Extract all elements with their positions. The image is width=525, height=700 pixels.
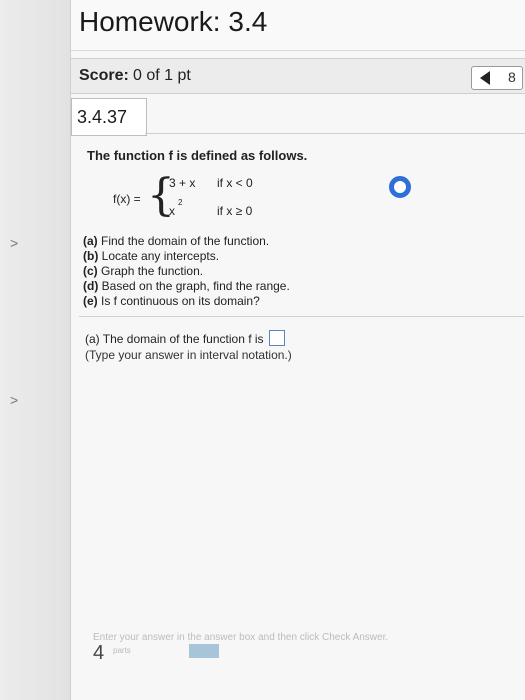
case1-condition: if x < 0 <box>217 176 253 190</box>
case1-expression: 3 + x <box>169 176 196 190</box>
question-number-box: 3.4.37 <box>71 98 147 136</box>
question-content: The function f is defined as follows. f(… <box>71 140 525 700</box>
homework-panel: Homework: 3.4 Score: 0 of 1 pt 8 3.4.37 … <box>70 0 525 700</box>
list-item: (b) Locate any intercepts. <box>83 249 220 263</box>
score-value: 0 of 1 pt <box>133 67 191 84</box>
page-title: Homework: 3.4 <box>79 6 268 37</box>
parts-label: parts <box>113 646 131 655</box>
answer-input[interactable] <box>268 330 285 346</box>
question-nav: 8 <box>471 66 523 90</box>
parts-count: 4 <box>93 642 105 664</box>
answer-prompt: (a) The domain of the function f is <box>85 332 264 346</box>
case2-condition: if x ≥ 0 <box>217 204 253 218</box>
circle-icon <box>389 176 411 198</box>
chevron-right-icon[interactable]: > <box>10 392 18 408</box>
case2-exponent: 2 <box>178 198 183 207</box>
score-label: Score: <box>79 67 129 84</box>
list-item: (a) Find the domain of the function. <box>83 234 270 248</box>
parts-list: (a) Find the domain of the function. (b)… <box>83 234 513 309</box>
divider <box>145 133 525 134</box>
footer-hint: Enter your answer in the answer box and … <box>93 632 389 643</box>
question-intro: The function f is defined as follows. <box>87 148 308 163</box>
case2-expression: x <box>169 204 175 218</box>
left-gutter: > > <box>0 0 70 700</box>
next-question-button[interactable]: 8 <box>508 69 516 85</box>
answer-line: (a) The domain of the function f is <box>85 330 285 346</box>
triangle-left-icon[interactable] <box>480 71 490 85</box>
list-item: (e) Is f continuous on its domain? <box>83 294 260 308</box>
title-bar: Homework: 3.4 <box>71 0 525 51</box>
score-bar: Score: 0 of 1 pt 8 <box>71 58 525 94</box>
function-label: f(x) = <box>113 192 141 206</box>
list-item: (c) Graph the function. <box>83 264 204 278</box>
list-item: (d) Based on the graph, find the range. <box>83 279 290 293</box>
check-answer-button[interactable] <box>189 644 219 658</box>
question-number: 3.4.37 <box>77 107 128 127</box>
chevron-right-icon[interactable]: > <box>10 235 18 251</box>
answer-hint: (Type your answer in interval notation.) <box>85 348 292 362</box>
divider <box>79 316 524 317</box>
